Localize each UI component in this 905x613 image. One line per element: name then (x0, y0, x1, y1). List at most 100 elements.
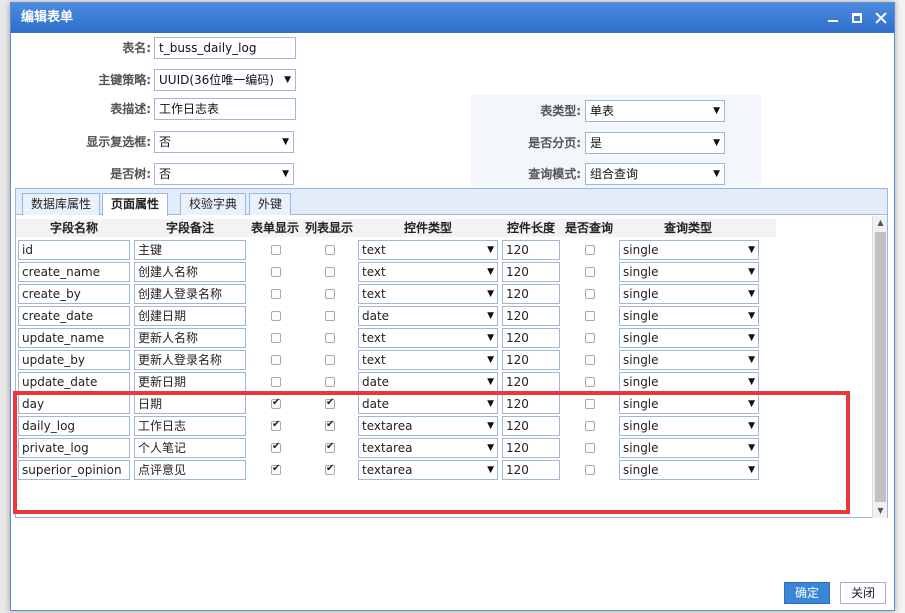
form-show-checkbox[interactable] (271, 463, 281, 475)
dialog-titlebar[interactable]: 编辑表单 (11, 3, 894, 33)
control-length-input[interactable]: 120 (502, 306, 560, 326)
close-icon[interactable] (874, 11, 888, 25)
control-length-input[interactable]: 120 (502, 416, 560, 436)
tab-page-properties[interactable]: 页面属性 (102, 193, 169, 216)
query-type-select[interactable]: single (619, 394, 759, 414)
field-remark-input[interactable]: 更新人名称 (134, 328, 246, 348)
scroll-thumb[interactable] (875, 232, 886, 502)
field-remark-input[interactable]: 主键 (134, 240, 246, 260)
control-type-select[interactable]: text (358, 262, 498, 282)
maximize-icon[interactable] (850, 11, 864, 25)
is-tree-select[interactable]: 否 (154, 163, 294, 185)
field-name-input[interactable]: update_name (18, 328, 130, 348)
query-type-select[interactable]: single (619, 284, 759, 304)
list-show-checkbox[interactable] (325, 463, 335, 475)
is-query-checkbox[interactable] (585, 355, 595, 365)
control-length-input[interactable]: 120 (502, 372, 560, 392)
control-length-input[interactable]: 120 (502, 350, 560, 370)
control-type-select[interactable]: text (358, 284, 498, 304)
field-name-input[interactable]: update_date (18, 372, 130, 392)
paging-select[interactable]: 是 (585, 132, 725, 154)
table-type-select[interactable]: 单表 (585, 100, 725, 122)
field-name-input[interactable]: private_log (18, 438, 130, 458)
list-show-checkbox[interactable] (325, 397, 335, 409)
form-show-checkbox[interactable] (271, 419, 281, 431)
list-show-checkbox[interactable] (325, 289, 335, 299)
control-length-input[interactable]: 120 (502, 240, 560, 260)
control-length-input[interactable]: 120 (502, 438, 560, 458)
control-type-select[interactable]: textarea (358, 416, 498, 436)
is-query-checkbox[interactable] (585, 465, 595, 475)
query-type-select[interactable]: single (619, 438, 759, 458)
control-type-select[interactable]: textarea (358, 438, 498, 458)
grid-vertical-scrollbar[interactable]: ▲ ▼ (872, 216, 887, 518)
table-desc-input[interactable]: 工作日志表 (154, 98, 296, 120)
field-name-input[interactable]: create_name (18, 262, 130, 282)
form-show-checkbox[interactable] (271, 289, 281, 299)
control-type-select[interactable]: text (358, 240, 498, 260)
control-type-select[interactable]: text (358, 328, 498, 348)
form-show-checkbox[interactable] (271, 397, 281, 409)
field-remark-input[interactable]: 创建日期 (134, 306, 246, 326)
query-type-select[interactable]: single (619, 460, 759, 480)
table-name-input[interactable]: t_buss_daily_log (154, 37, 296, 59)
is-query-checkbox[interactable] (585, 377, 595, 387)
field-name-input[interactable]: day (18, 394, 130, 414)
tab-db-properties[interactable]: 数据库属性 (22, 193, 101, 215)
query-mode-select[interactable]: 组合查询 (585, 163, 725, 185)
query-type-select[interactable]: single (619, 240, 759, 260)
field-remark-input[interactable]: 工作日志 (134, 416, 246, 436)
field-name-input[interactable]: create_by (18, 284, 130, 304)
field-name-input[interactable]: id (18, 240, 130, 260)
field-remark-input[interactable]: 日期 (134, 394, 246, 414)
is-query-checkbox[interactable] (585, 267, 595, 277)
query-type-select[interactable]: single (619, 350, 759, 370)
minimize-icon[interactable] (826, 11, 840, 25)
list-show-checkbox[interactable] (325, 441, 335, 453)
pk-strategy-select[interactable]: UUID(36位唯一编码) (154, 69, 296, 91)
list-show-checkbox[interactable] (325, 311, 335, 321)
confirm-button[interactable]: 确定 (784, 582, 831, 604)
list-show-checkbox[interactable] (325, 355, 335, 365)
control-length-input[interactable]: 120 (502, 262, 560, 282)
control-type-select[interactable]: date (358, 372, 498, 392)
is-query-checkbox[interactable] (585, 311, 595, 321)
form-show-checkbox[interactable] (271, 441, 281, 453)
is-query-checkbox[interactable] (585, 289, 595, 299)
control-type-select[interactable]: date (358, 306, 498, 326)
form-show-checkbox[interactable] (271, 377, 281, 387)
form-show-checkbox[interactable] (271, 333, 281, 343)
field-remark-input[interactable]: 更新日期 (134, 372, 246, 392)
field-remark-input[interactable]: 点评意见 (134, 460, 246, 480)
is-query-checkbox[interactable] (585, 399, 595, 409)
is-query-checkbox[interactable] (585, 421, 595, 431)
form-show-checkbox[interactable] (271, 311, 281, 321)
form-show-checkbox[interactable] (271, 245, 281, 255)
list-show-checkbox[interactable] (325, 267, 335, 277)
form-show-checkbox[interactable] (271, 355, 281, 365)
scroll-up-icon[interactable]: ▲ (873, 216, 888, 230)
field-name-input[interactable]: daily_log (18, 416, 130, 436)
query-type-select[interactable]: single (619, 306, 759, 326)
query-type-select[interactable]: single (619, 372, 759, 392)
control-length-input[interactable]: 120 (502, 284, 560, 304)
is-query-checkbox[interactable] (585, 443, 595, 453)
scroll-down-icon[interactable]: ▼ (873, 504, 888, 518)
control-length-input[interactable]: 120 (502, 460, 560, 480)
field-remark-input[interactable]: 个人笔记 (134, 438, 246, 458)
tab-foreign-key[interactable]: 外键 (249, 193, 292, 215)
query-type-select[interactable]: single (619, 416, 759, 436)
field-remark-input[interactable]: 创建人名称 (134, 262, 246, 282)
control-type-select[interactable]: date (358, 394, 498, 414)
is-query-checkbox[interactable] (585, 333, 595, 343)
list-show-checkbox[interactable] (325, 419, 335, 431)
form-show-checkbox[interactable] (271, 267, 281, 277)
close-button[interactable]: 关闭 (840, 582, 887, 604)
is-query-checkbox[interactable] (585, 245, 595, 255)
field-remark-input[interactable]: 更新人登录名称 (134, 350, 246, 370)
control-type-select[interactable]: textarea (358, 460, 498, 480)
control-length-input[interactable]: 120 (502, 394, 560, 414)
query-type-select[interactable]: single (619, 328, 759, 348)
control-length-input[interactable]: 120 (502, 328, 560, 348)
control-type-select[interactable]: text (358, 350, 498, 370)
